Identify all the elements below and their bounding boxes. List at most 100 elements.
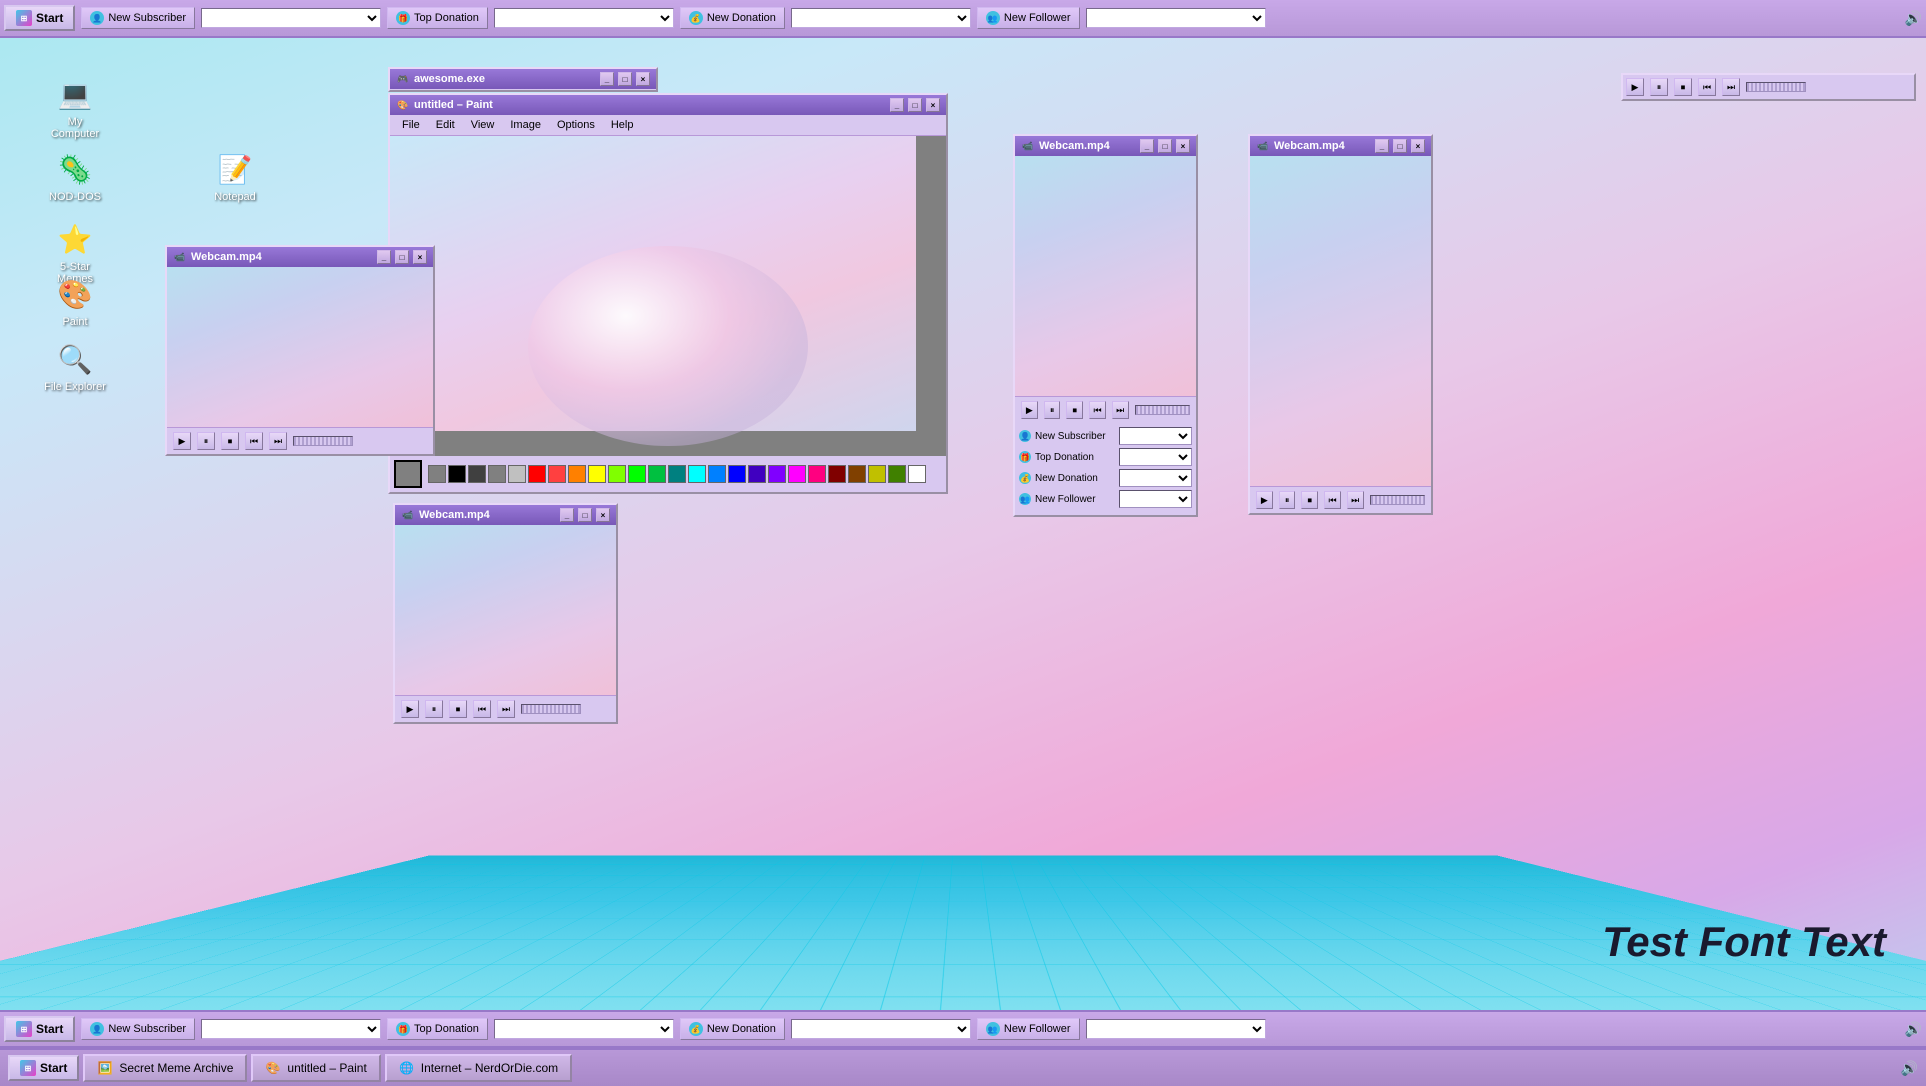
webcam4-maximize[interactable]: □ [1393,139,1407,153]
paint-color-19[interactable] [808,465,826,483]
paint-color-23[interactable] [888,465,906,483]
taskbar-top-donation-top[interactable]: 🎁 Top Donation [387,7,488,29]
paint-color-3[interactable] [488,465,506,483]
start-button-vbottom[interactable]: ⊞ Start [8,1055,79,1081]
webcam1-slider[interactable] [293,436,353,446]
speaker-icon-bottom[interactable]: 🔊 [1905,1021,1922,1038]
webcam3-next[interactable]: ⏭ [1112,401,1129,419]
awesome-minimize[interactable]: _ [600,72,614,86]
desktop-icon-mycomputer[interactable]: 💻 My Computer [40,70,110,144]
webcam1-close[interactable]: × [413,250,427,264]
obs-newfollower-select[interactable] [1119,490,1192,508]
desktop-icon-notepad[interactable]: 📝 Notepad [200,145,270,207]
paint-menu-view[interactable]: View [463,117,503,133]
paint-menu-file[interactable]: File [394,117,428,133]
obs-subscriber-select[interactable] [1119,427,1192,445]
paint-color-5[interactable] [528,465,546,483]
paint-color-21[interactable] [848,465,866,483]
paint-color-8[interactable] [588,465,606,483]
taskbar-new-follower-bottom[interactable]: 👥 New Follower [977,1018,1080,1040]
new-donation-dropdown-top[interactable] [791,8,971,28]
paint-color-18[interactable] [788,465,806,483]
webcam4-play[interactable]: ▶ [1256,491,1273,509]
webcam2-maximize[interactable]: □ [578,508,592,522]
webcam1-titlebar[interactable]: 📹 Webcam.mp4 _ □ × [167,247,433,267]
obs-top-slider[interactable] [1746,82,1806,92]
paint-maximize[interactable]: □ [908,98,922,112]
webcam4-prev[interactable]: ⏮ [1324,491,1341,509]
new-donation-dropdown-bottom[interactable] [791,1019,971,1039]
speaker-icon-vbottom[interactable]: 🔊 [1901,1060,1918,1077]
webcam1-stop[interactable]: ⏹ [221,432,239,450]
paint-color-17[interactable] [768,465,786,483]
paint-color-16[interactable] [748,465,766,483]
webcam1-maximize[interactable]: □ [395,250,409,264]
paint-color-22[interactable] [868,465,886,483]
paint-minimize[interactable]: _ [890,98,904,112]
webcam3-play[interactable]: ▶ [1021,401,1038,419]
paint-titlebar[interactable]: 🎨 untitled – Paint _ □ × [390,95,946,115]
new-follower-dropdown-bottom[interactable] [1086,1019,1266,1039]
webcam3-prev[interactable]: ⏮ [1089,401,1106,419]
paint-color-14[interactable] [708,465,726,483]
paint-color-4[interactable] [508,465,526,483]
obs-top-play[interactable]: ▶ [1626,78,1644,96]
taskbar-new-donation-top[interactable]: 💰 New Donation [680,7,785,29]
paint-color-6[interactable] [548,465,566,483]
paint-color-11[interactable] [648,465,666,483]
paint-canvas[interactable] [390,136,946,456]
webcam3-slider[interactable] [1135,405,1190,415]
start-button-bottom[interactable]: ⊞ Start [4,1016,75,1042]
start-button-top[interactable]: ⊞ Start [4,5,75,31]
obs-top-pause[interactable]: ⏸ [1650,78,1668,96]
webcam2-prev[interactable]: ⏮ [473,700,491,718]
obs-top-stop[interactable]: ⏹ [1674,78,1692,96]
paint-color-7[interactable] [568,465,586,483]
obs-top-prev[interactable]: ⏮ [1698,78,1716,96]
desktop-icon-fileexplorer[interactable]: 🔍 File Explorer [40,335,110,397]
webcam4-next[interactable]: ⏭ [1347,491,1364,509]
obs-top-next[interactable]: ⏭ [1722,78,1740,96]
paint-menu-options[interactable]: Options [549,117,603,133]
taskbar-new-follower-top[interactable]: 👥 New Follower [977,7,1080,29]
paint-menu-image[interactable]: Image [502,117,549,133]
paint-color-15[interactable] [728,465,746,483]
paint-menu-help[interactable]: Help [603,117,642,133]
webcam1-minimize[interactable]: _ [377,250,391,264]
paint-selected-color[interactable] [394,460,422,488]
taskbar-app-internet[interactable]: 🌐 Internet – NerdOrDie.com [385,1054,572,1082]
desktop-icon-noddos[interactable]: 🦠 NOD-DOS [40,145,110,207]
taskbar-app-secret-meme[interactable]: 🖼️ Secret Meme Archive [83,1054,247,1082]
webcam2-play[interactable]: ▶ [401,700,419,718]
taskbar-new-subscriber-bottom[interactable]: 👤 New Subscriber [81,1018,195,1040]
obs-topdonation-select[interactable] [1119,448,1192,466]
paint-color-0[interactable] [428,465,446,483]
awesome-close[interactable]: × [636,72,650,86]
webcam4-minimize[interactable]: _ [1375,139,1389,153]
webcam4-slider[interactable] [1370,495,1425,505]
webcam1-play[interactable]: ▶ [173,432,191,450]
webcam3-stop[interactable]: ⏹ [1066,401,1083,419]
webcam2-pause[interactable]: ⏸ [425,700,443,718]
webcam1-prev[interactable]: ⏮ [245,432,263,450]
paint-color-20[interactable] [828,465,846,483]
webcam2-stop[interactable]: ⏹ [449,700,467,718]
subscriber-dropdown-bottom[interactable] [201,1019,381,1039]
webcam1-next[interactable]: ⏭ [269,432,287,450]
awesome-titlebar[interactable]: 🎮 awesome.exe _ □ × [390,69,656,89]
webcam4-close[interactable]: × [1411,139,1425,153]
desktop-icon-paint[interactable]: 🎨 Paint [40,270,110,332]
webcam2-close[interactable]: × [596,508,610,522]
taskbar-app-paint[interactable]: 🎨 untitled – Paint [251,1054,380,1082]
webcam3-maximize[interactable]: □ [1158,139,1172,153]
paint-color-12[interactable] [668,465,686,483]
webcam3-pause[interactable]: ⏸ [1044,401,1061,419]
paint-color-9[interactable] [608,465,626,483]
paint-menu-edit[interactable]: Edit [428,117,463,133]
obs-newdonation-select[interactable] [1119,469,1192,487]
taskbar-new-donation-bottom[interactable]: 💰 New Donation [680,1018,785,1040]
webcam4-stop[interactable]: ⏹ [1301,491,1318,509]
paint-color-1[interactable] [448,465,466,483]
paint-color-13[interactable] [688,465,706,483]
webcam3-close[interactable]: × [1176,139,1190,153]
